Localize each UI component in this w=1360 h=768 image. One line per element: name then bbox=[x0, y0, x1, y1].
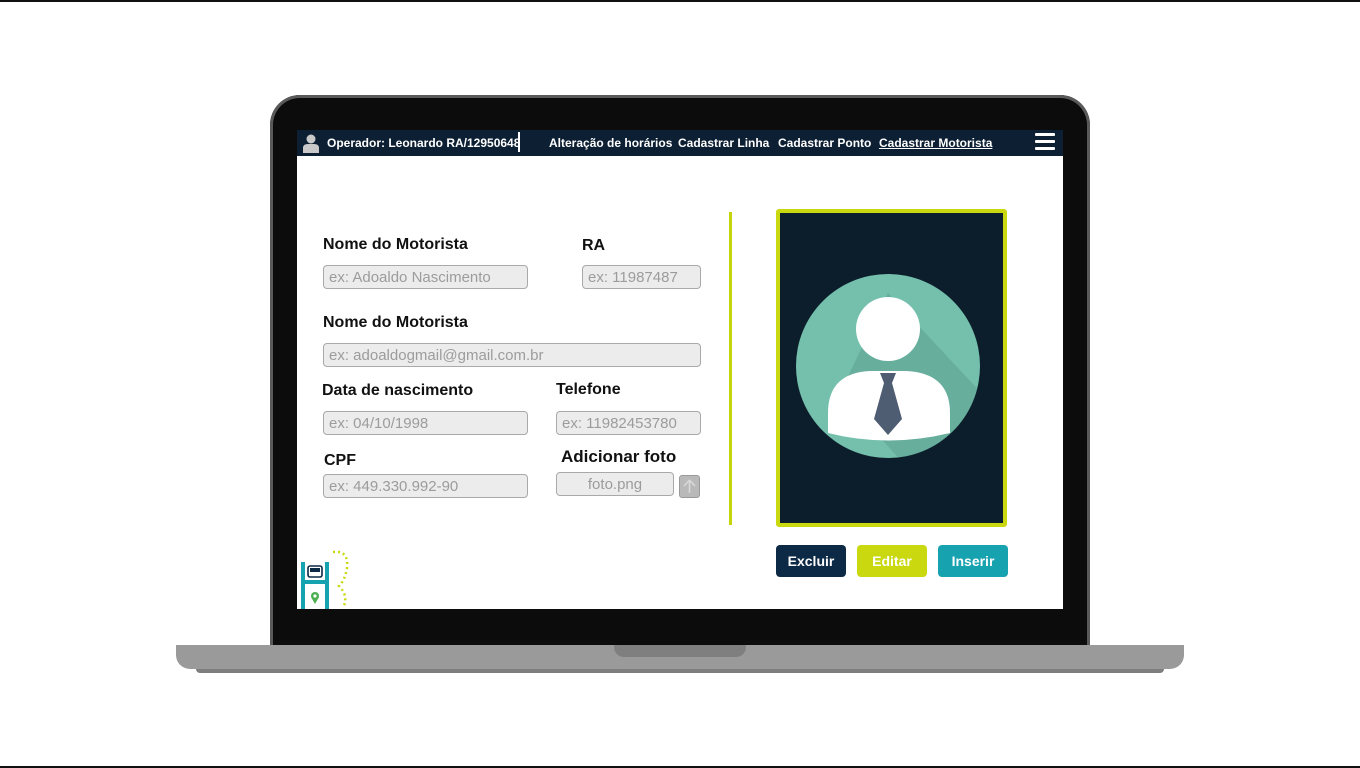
laptop-base-shadow bbox=[196, 669, 1164, 673]
cpf-input[interactable] bbox=[323, 474, 528, 498]
vertical-divider bbox=[729, 212, 732, 525]
nav-link-cadastrar-ponto[interactable]: Cadastrar Ponto bbox=[778, 136, 871, 150]
top-navbar: Operador: Leonardo RA/12950648 Alteração… bbox=[297, 130, 1063, 156]
photo-file-input[interactable] bbox=[556, 472, 674, 496]
cpf-label: CPF bbox=[324, 452, 356, 469]
delete-button[interactable]: Excluir bbox=[776, 545, 846, 577]
phone-input[interactable] bbox=[556, 411, 701, 435]
user-icon bbox=[303, 134, 319, 153]
photo-preview bbox=[776, 209, 1007, 527]
operator-label: Operador: Leonardo RA/12950648 bbox=[327, 136, 521, 150]
bus-route-logo-icon bbox=[301, 550, 349, 609]
driver-name-label: Nome do Motorista bbox=[323, 236, 468, 253]
laptop-notch bbox=[614, 645, 746, 657]
avatar-placeholder-icon bbox=[796, 274, 980, 458]
ra-label: RA bbox=[582, 237, 606, 254]
ra-input[interactable] bbox=[582, 265, 701, 289]
email-label: Nome do Motorista bbox=[323, 314, 468, 331]
nav-link-alteracao-horarios[interactable]: Alteração de horários bbox=[549, 136, 672, 150]
upload-button[interactable] bbox=[679, 475, 700, 498]
nav-separator bbox=[518, 132, 520, 152]
app-screen: Operador: Leonardo RA/12950648 Alteração… bbox=[297, 130, 1063, 609]
driver-name-input[interactable] bbox=[323, 265, 528, 289]
nav-link-cadastrar-linha[interactable]: Cadastrar Linha bbox=[678, 136, 769, 150]
edit-button[interactable]: Editar bbox=[857, 545, 927, 577]
hamburger-icon[interactable] bbox=[1035, 133, 1055, 153]
nav-link-cadastrar-motorista[interactable]: Cadastrar Motorista bbox=[879, 136, 992, 150]
top-border-line bbox=[0, 0, 1360, 2]
upload-arrow-icon bbox=[683, 479, 696, 493]
phone-label: Telefone bbox=[556, 381, 621, 398]
birth-date-label: Data de nascimento bbox=[322, 382, 474, 399]
email-input[interactable] bbox=[323, 343, 701, 367]
insert-button[interactable]: Inserir bbox=[938, 545, 1008, 577]
birth-date-input[interactable] bbox=[323, 411, 528, 435]
add-photo-label: Adicionar foto bbox=[561, 447, 677, 466]
